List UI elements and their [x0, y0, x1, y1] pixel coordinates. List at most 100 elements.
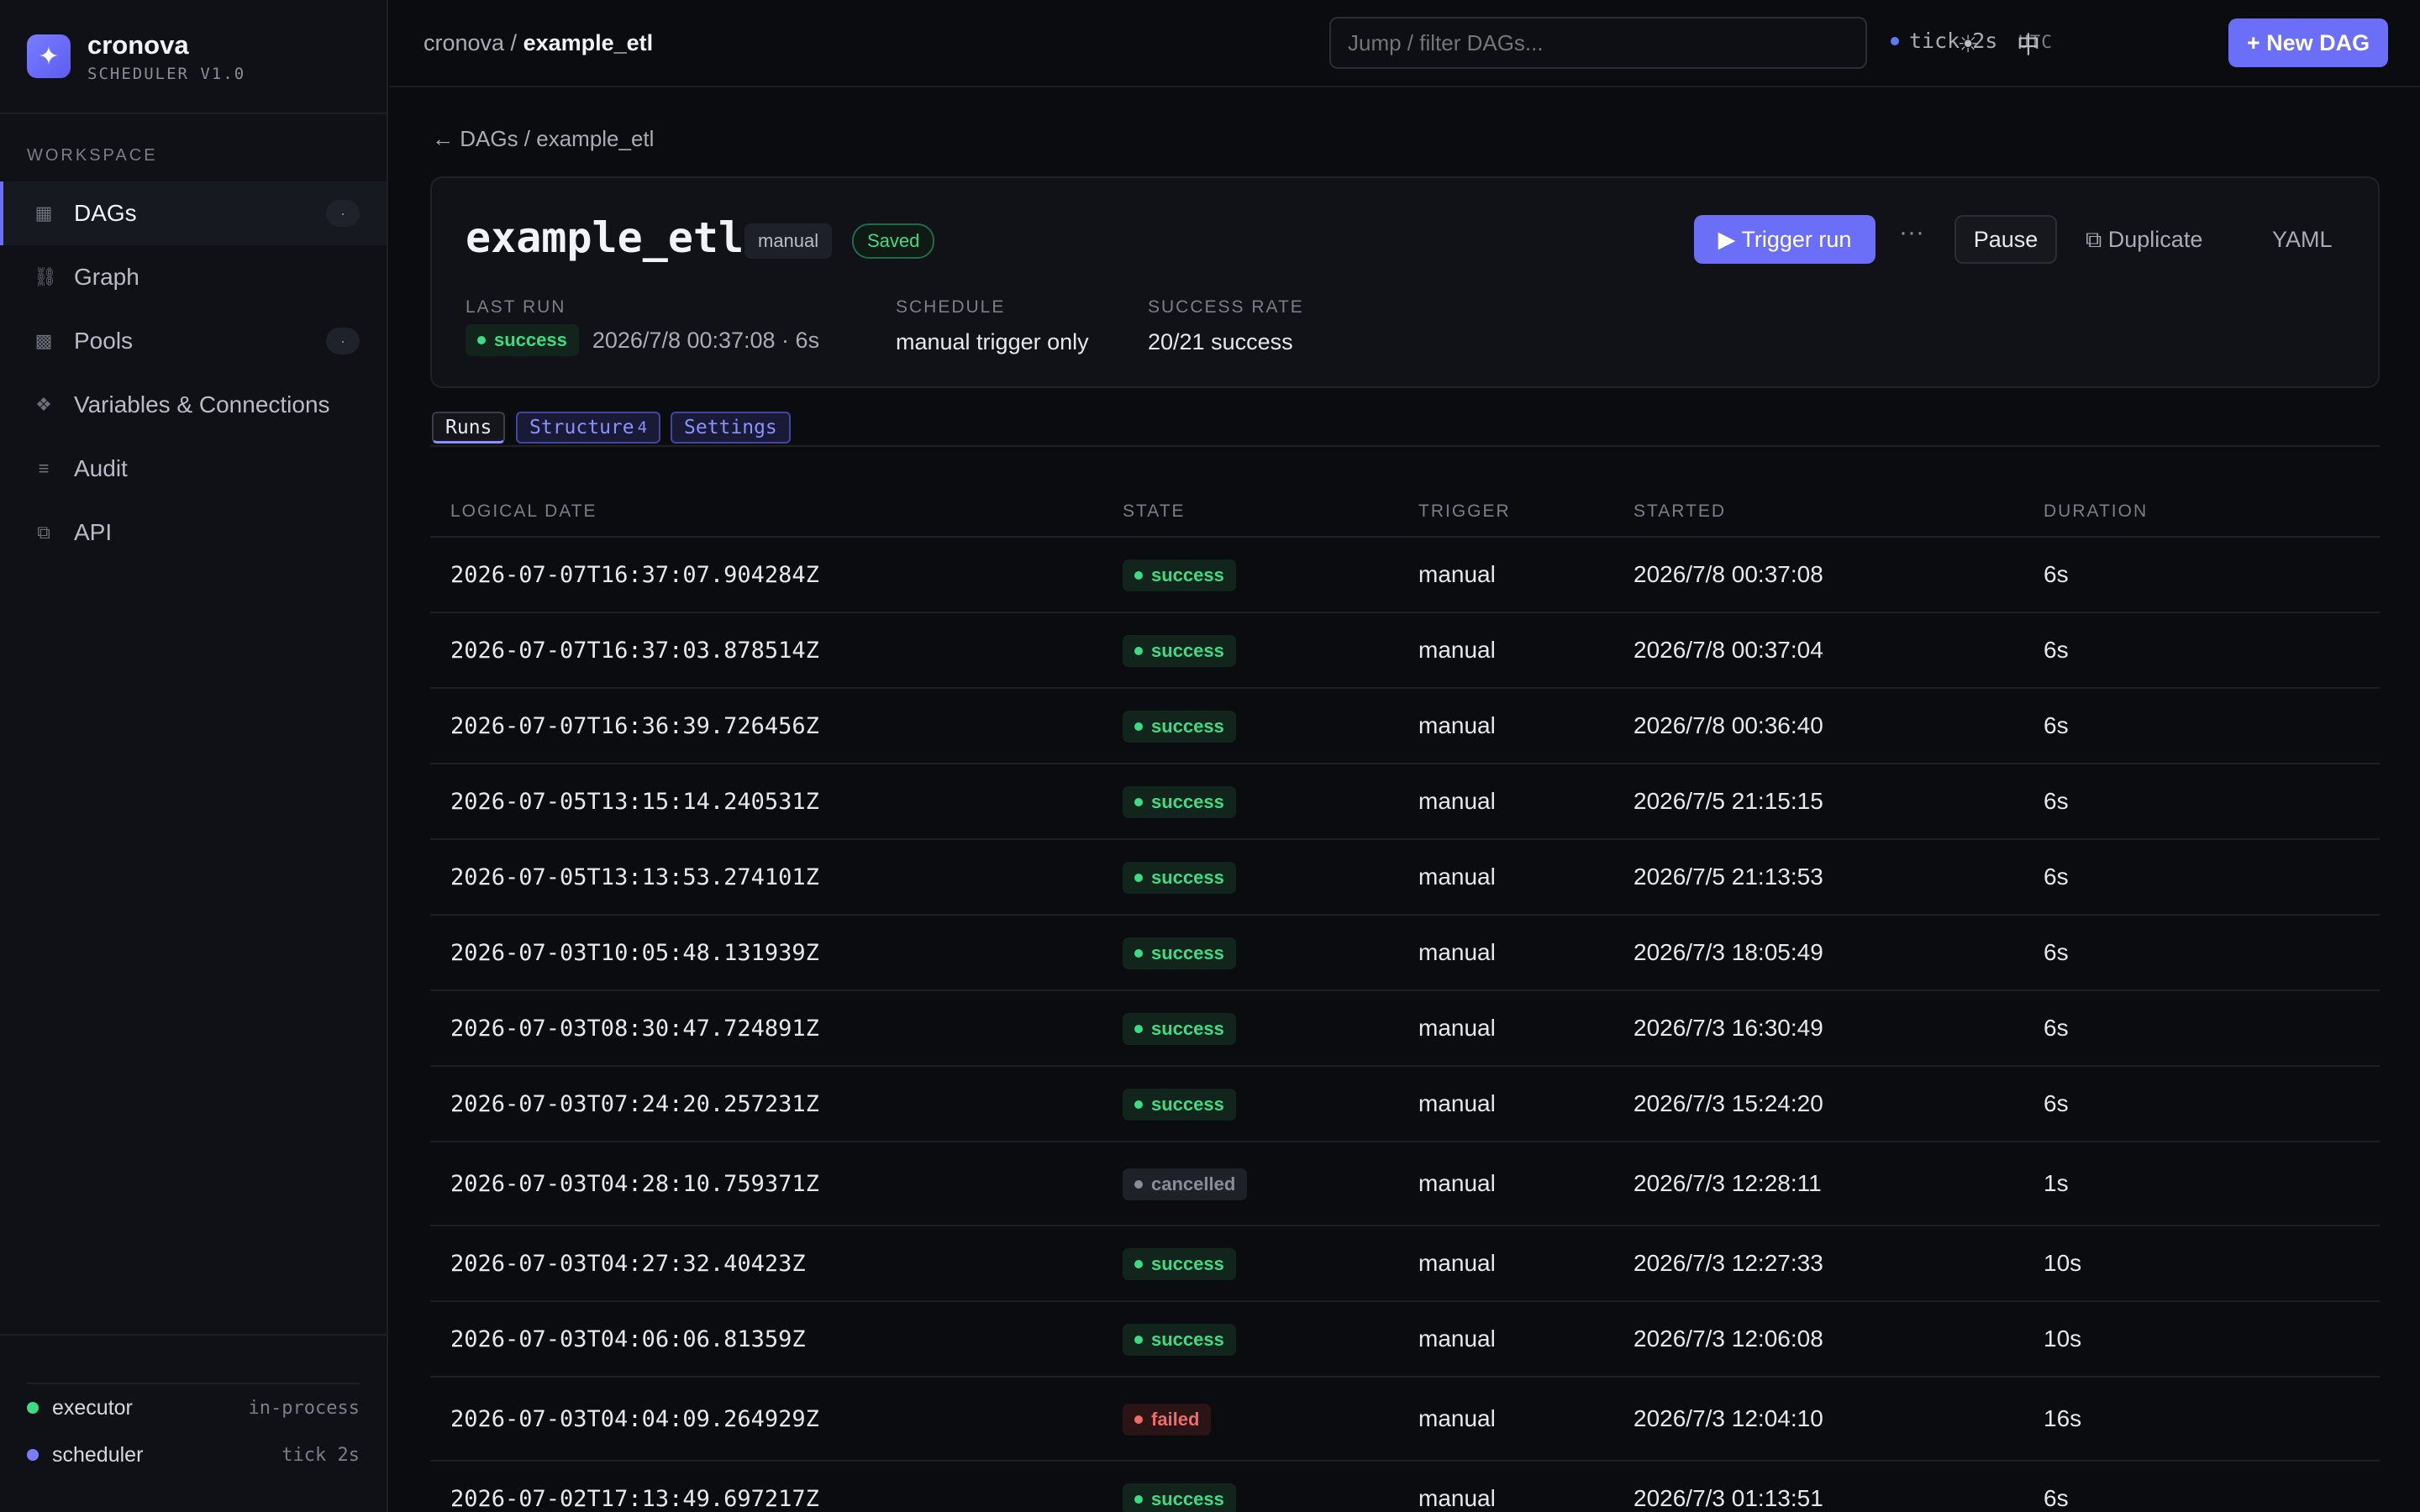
started-cell: 2026/7/3 16:30:49: [1634, 1015, 1823, 1041]
tab-structure[interactable]: Structure 4: [516, 412, 661, 444]
tab-settings[interactable]: Settings: [671, 412, 791, 444]
logical-date-cell: 2026-07-02T17:13:49.697217Z: [450, 1485, 819, 1512]
breadcrumb-root[interactable]: cronova /: [424, 30, 517, 55]
back-breadcrumb[interactable]: ← DAGs / example_etl: [432, 126, 654, 152]
started-cell: 2026/7/3 12:04:10: [1634, 1405, 1823, 1431]
logical-date-cell: 2026-07-03T08:30:47.724891Z: [450, 1015, 819, 1042]
trigger-run-button[interactable]: ▶ Trigger run: [1694, 215, 1876, 264]
status-dot-icon: [1134, 1259, 1143, 1268]
status-dot-icon: [1134, 1335, 1143, 1344]
status-dot-icon: [1134, 570, 1143, 580]
mode-chip: manual: [744, 223, 833, 259]
table-row[interactable]: 2026-07-05T13:13:53.274101Z success manual…: [430, 840, 2380, 916]
column-header: TRIGGER: [1418, 501, 1511, 521]
status-text: success: [1151, 1252, 1224, 1274]
started-cell: 2026/7/3 12:27:33: [1634, 1250, 1823, 1276]
pause-button[interactable]: Pause: [1954, 215, 2057, 264]
status-badge: cancelled: [1123, 1168, 1248, 1200]
logical-date-cell: 2026-07-07T16:36:39.726456Z: [450, 712, 819, 739]
duration-cell: 6s: [2044, 864, 2069, 890]
logical-date-cell: 2026-07-03T07:24:20.257231Z: [450, 1090, 819, 1117]
started-cell: 2026/7/8 00:37:08: [1634, 561, 1823, 587]
trigger-cell: manual: [1418, 1405, 1496, 1431]
duration-cell: 6s: [2044, 561, 2069, 587]
table-row[interactable]: 2026-07-07T16:37:07.904284Z success manual…: [430, 538, 2380, 613]
process-value: in-process: [248, 1397, 360, 1419]
table-row[interactable]: 2026-07-05T13:15:14.240531Z success manual…: [430, 764, 2380, 840]
status-dot-icon: [1134, 1415, 1143, 1424]
status-text: success: [1151, 1093, 1224, 1115]
status-dot-icon: [1891, 36, 1899, 45]
sparkle-icon: ✦: [27, 34, 71, 78]
success-rate-value: 20/21 success: [1148, 329, 1293, 354]
state-cell: success: [1123, 1323, 1418, 1356]
last-run-label: LAST RUN: [466, 297, 566, 317]
table-row[interactable]: 2026-07-07T16:36:39.726456Z success manual…: [430, 689, 2380, 764]
started-cell: 2026/7/3 15:24:20: [1634, 1090, 1823, 1116]
table-row[interactable]: 2026-07-03T04:06:06.81359Z success manual 2…: [430, 1302, 2380, 1378]
logical-date-cell: 2026-07-03T04:27:32.40423Z: [450, 1250, 806, 1277]
yaml-button[interactable]: YAML: [2272, 227, 2333, 253]
sidebar-item-audit[interactable]: ≡ Audit: [0, 437, 387, 501]
square-icon: ▩: [34, 330, 53, 351]
list-icon: ≡: [38, 458, 50, 479]
table-row[interactable]: 2026-07-03T04:04:09.264929Z failed manual 2…: [430, 1378, 2380, 1462]
trigger-cell: manual: [1418, 788, 1496, 814]
status-badge: success: [1123, 937, 1236, 969]
new-dag-button[interactable]: + New DAG: [2228, 18, 2388, 67]
sidebar-item-variables[interactable]: ❖ Variables & Connections: [0, 373, 387, 437]
topbar: cronova / example_etl tick 2s UTC ☀ 中 + …: [390, 0, 2420, 87]
status-dot-icon: [1134, 1179, 1143, 1189]
trigger-cell: manual: [1418, 1090, 1496, 1116]
status-dot-icon: [1134, 646, 1143, 655]
more-options-icon[interactable]: ···: [1899, 218, 1924, 247]
duration-cell: 6s: [2044, 939, 2069, 965]
tab-runs[interactable]: Runs: [432, 412, 506, 444]
status-text: success: [1151, 790, 1224, 812]
language-toggle[interactable]: 中: [2008, 24, 2049, 64]
status-dot-icon: [1134, 1024, 1143, 1033]
search-input[interactable]: [1329, 17, 1867, 69]
copy-icon: ⧉: [37, 522, 50, 543]
table-row[interactable]: 2026-07-03T04:28:10.759371Z cancelled manu…: [430, 1142, 2380, 1226]
tab-count: 4: [637, 418, 648, 437]
schedule-value: manual trigger only: [896, 329, 1089, 354]
status-badge: success: [1123, 1012, 1236, 1045]
trigger-cell: manual: [1418, 1015, 1496, 1041]
sidebar-item-graph[interactable]: ⛓ Graph: [0, 245, 387, 309]
breadcrumb-current: example_etl: [523, 29, 654, 55]
table-row[interactable]: 2026-07-02T17:13:49.697217Z success manual…: [430, 1462, 2380, 1512]
sidebar-item-label: Audit: [74, 455, 128, 481]
status-badge: success: [466, 324, 579, 356]
table-row[interactable]: 2026-07-07T16:37:03.878514Z success manual…: [430, 613, 2380, 689]
status-badge: success: [1123, 634, 1236, 667]
process-scheduler: scheduler tick 2s: [0, 1431, 387, 1478]
status-dot-icon: [1134, 722, 1143, 731]
theme-toggle-icon[interactable]: ☀: [1948, 24, 1988, 64]
link-icon: ⛓: [34, 266, 57, 287]
started-cell: 2026/7/3 01:13:51: [1634, 1485, 1823, 1511]
state-cell: success: [1123, 937, 1418, 969]
sidebar: ✦ cronova SCHEDULER V1.0 WORKSPACE ▦ DAG…: [0, 0, 388, 1512]
table-row[interactable]: 2026-07-03T08:30:47.724891Z success manual…: [430, 991, 2380, 1067]
schedule-label: SCHEDULE: [896, 297, 1006, 317]
status-dot-icon: [1134, 873, 1143, 882]
state-cell: success: [1123, 710, 1418, 743]
status-badge: success: [1123, 1088, 1236, 1121]
sidebar-item-pools[interactable]: ▩ Pools ·: [0, 309, 387, 373]
brand[interactable]: ✦ cronova SCHEDULER V1.0: [0, 0, 387, 114]
table-row[interactable]: 2026-07-03T07:24:20.257231Z success manual…: [430, 1067, 2380, 1142]
last-run-time: 2026/7/8 00:37:08 · 6s: [592, 327, 820, 353]
trigger-cell: manual: [1418, 939, 1496, 965]
sidebar-item-api[interactable]: ⧉ API: [0, 501, 387, 564]
duplicate-button[interactable]: ⧉ Duplicate: [2086, 227, 2202, 254]
table-row[interactable]: 2026-07-03T04:27:32.40423Z success manual 2…: [430, 1226, 2380, 1302]
duration-cell: 6s: [2044, 712, 2069, 738]
duration-cell: 10s: [2044, 1326, 2082, 1352]
breadcrumb: cronova / example_etl: [424, 30, 653, 56]
status-badge: failed: [1123, 1403, 1212, 1436]
duration-cell: 6s: [2044, 1015, 2069, 1041]
table-row[interactable]: 2026-07-03T10:05:48.131939Z success manual…: [430, 916, 2380, 991]
sidebar-item-dags[interactable]: ▦ DAGs ·: [0, 181, 387, 245]
tab-label: Structure: [529, 417, 634, 438]
